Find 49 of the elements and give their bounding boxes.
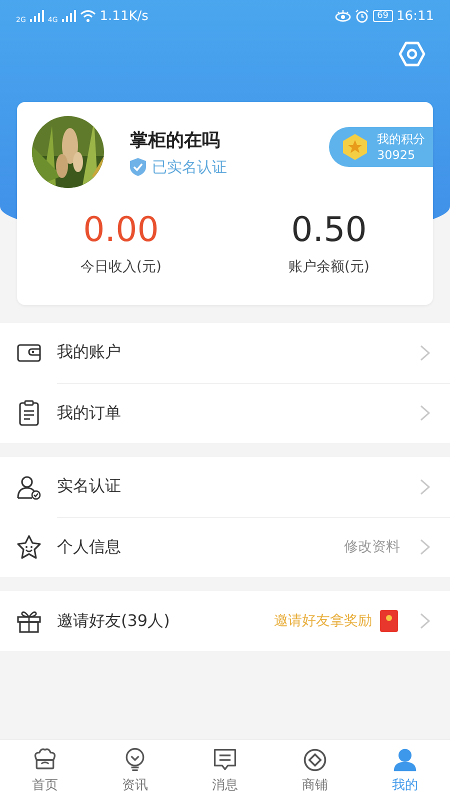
- menu-label: 我的账户: [57, 342, 121, 363]
- menu-hint: 修改资料: [344, 538, 400, 556]
- alarm-icon: [355, 9, 370, 23]
- tab[interactable]: 消息: [180, 740, 270, 800]
- smiley-star-icon: [16, 534, 42, 560]
- store-icon: [302, 746, 328, 772]
- menu-item[interactable]: 实名认证: [0, 457, 450, 517]
- points-label: 我的积分: [377, 131, 425, 147]
- menu-item[interactable]: 我的账户: [0, 323, 450, 383]
- menu-label: 我的订单: [57, 402, 121, 424]
- verified-label: 已实名认证: [152, 158, 227, 176]
- amount: 0.00: [83, 210, 159, 250]
- tab[interactable]: 首页: [0, 740, 90, 800]
- signal-icon: [30, 10, 44, 22]
- menu-item[interactable]: 我的订单: [0, 383, 450, 443]
- amount-label: 账户余额(元): [288, 258, 370, 276]
- settings-icon[interactable]: [398, 40, 426, 68]
- menu-item[interactable]: 个人信息 修改资料: [0, 517, 450, 577]
- clock: 16:11: [396, 8, 434, 24]
- reward-text: 邀请好友拿奖励: [274, 612, 372, 630]
- message-icon: [212, 746, 238, 772]
- chevron-right-icon: [420, 405, 430, 421]
- tab[interactable]: 我的: [360, 740, 450, 800]
- user-icon: [392, 746, 418, 772]
- clipboard-icon: [16, 400, 42, 426]
- tab[interactable]: 资讯: [90, 740, 180, 800]
- chevron-right-icon: [420, 539, 430, 555]
- amount-label: 今日收入(元): [80, 258, 162, 276]
- user-check-icon: [16, 474, 42, 500]
- chevron-right-icon: [420, 478, 430, 494]
- menu-label: 个人信息: [57, 536, 121, 558]
- user-name: 掌柜的在吗: [130, 128, 221, 152]
- tab[interactable]: 商铺: [270, 740, 360, 800]
- wifi-icon: [80, 10, 96, 22]
- menu-label: 实名认证: [57, 476, 121, 497]
- eye-icon: [335, 10, 352, 22]
- menu-label: 邀请好友(39人): [57, 610, 170, 632]
- chevron-right-icon: [420, 344, 430, 360]
- battery-indicator: 69: [373, 10, 393, 22]
- network-speed: 1.11K/s: [100, 8, 148, 24]
- shield-check-icon: [130, 158, 146, 176]
- envelope-icon: [380, 610, 398, 632]
- points-badge[interactable]: 我的积分 30925: [329, 127, 433, 167]
- amount: 0.50: [291, 210, 367, 250]
- star-badge-icon: [341, 133, 369, 161]
- menu-item[interactable]: 邀请好友(39人) 邀请好友拿奖励: [0, 591, 450, 651]
- chevron-right-icon: [420, 613, 430, 629]
- points-value: 30925: [377, 147, 416, 163]
- signal-icon: [62, 10, 76, 22]
